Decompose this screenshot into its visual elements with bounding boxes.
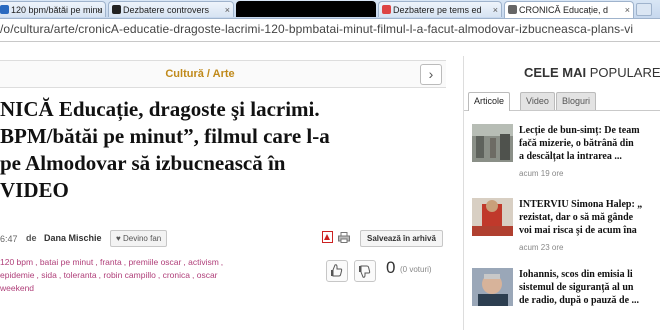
headline-line: VIDEO bbox=[0, 178, 69, 202]
popular-item[interactable]: INTERVIU Simona Halep: „ rezistat, dar o… bbox=[472, 198, 660, 254]
popular-sidebar: CELE MAI POPULARE Articole Video Bloguri… bbox=[463, 56, 660, 330]
breadcrumb-bar: Cultură / Arte › bbox=[0, 60, 446, 88]
article-thumbnail[interactable] bbox=[472, 198, 513, 236]
headline-line: BPM/bătăi pe minut”, filmul care l-a bbox=[0, 124, 330, 148]
tab-bloguri[interactable]: Bloguri bbox=[556, 92, 597, 110]
print-icon[interactable] bbox=[338, 232, 350, 243]
tag-link[interactable]: franta bbox=[100, 257, 122, 267]
popular-item-time: acum 19 ore bbox=[519, 169, 564, 178]
author-name[interactable]: Dana Mischie bbox=[44, 233, 102, 243]
tab-label: CRONICĂ Educație, d bbox=[519, 5, 609, 15]
next-article-button[interactable]: › bbox=[420, 64, 442, 85]
sidebar-title-bold: CELE MAI bbox=[524, 65, 587, 80]
become-fan-button[interactable]: ♥ Devino fan bbox=[110, 230, 168, 247]
url-text[interactable]: /o/cultura/arte/cronicA-educatie-dragost… bbox=[0, 22, 633, 36]
title-line: de radio, după o pauză de ... bbox=[519, 295, 640, 306]
close-tab-icon[interactable]: × bbox=[225, 2, 230, 17]
sidebar-title: CELE MAI POPULARE bbox=[524, 65, 660, 80]
tab-favicon-icon bbox=[508, 5, 517, 14]
popular-item-title[interactable]: Iohannis, scos din emisia li sistemul de… bbox=[519, 268, 660, 307]
close-tab-icon[interactable]: × bbox=[493, 2, 498, 17]
article-thumbnail[interactable] bbox=[472, 124, 513, 162]
article-meta-row: 6:47 de Dana Mischie ♥ Devino fan Salvea… bbox=[0, 230, 450, 248]
popular-item[interactable]: Lecție de bun-simț: De team fac̆ă mizeri… bbox=[472, 124, 660, 180]
vote-count-label: (0 voturi) bbox=[400, 265, 432, 274]
tag-link[interactable]: premiile oscar bbox=[128, 257, 181, 267]
tab-video[interactable]: Video bbox=[520, 92, 555, 110]
article-headline: NICĂ Educație, dragoste şi lacrimi. BPM/… bbox=[0, 96, 450, 204]
headline-line: pe Almodovar să izbucnească în bbox=[0, 151, 286, 175]
tag-link[interactable]: weekend bbox=[0, 283, 34, 293]
title-line: fac̆ă mizerie, o bătrână din bbox=[519, 138, 634, 149]
thumbs-down-button[interactable] bbox=[354, 260, 376, 282]
by-label: de bbox=[26, 233, 37, 243]
title-line: rezistat, dar o să mă gânde bbox=[519, 212, 634, 223]
vote-count: 0 bbox=[386, 258, 396, 277]
close-tab-icon[interactable]: × bbox=[625, 2, 630, 18]
tab-articole[interactable]: Articole bbox=[468, 92, 511, 111]
publish-time: 6:47 bbox=[0, 234, 18, 244]
popular-item-title[interactable]: Lecție de bun-simț: De team fac̆ă mizeri… bbox=[519, 124, 660, 163]
thumbs-up-button[interactable] bbox=[326, 260, 348, 282]
breadcrumb[interactable]: Cultură / Arte bbox=[0, 68, 400, 80]
popular-item-title[interactable]: INTERVIU Simona Halep: „ rezistat, dar o… bbox=[519, 198, 660, 237]
new-tab-button[interactable] bbox=[636, 3, 652, 16]
tab-favicon-icon bbox=[112, 5, 121, 14]
thumbs-down-icon bbox=[359, 265, 371, 278]
address-bar[interactable]: /o/cultura/arte/cronicA-educatie-dragost… bbox=[0, 19, 660, 42]
tag-link[interactable]: cronica bbox=[163, 270, 190, 280]
tab-label: Dezbatere controvers bbox=[123, 5, 210, 15]
popular-item[interactable]: Iohannis, scos din emisia li sistemul de… bbox=[472, 268, 660, 324]
close-tab-icon[interactable]: × bbox=[97, 2, 102, 17]
thumbs-up-icon bbox=[331, 264, 343, 277]
browser-tab-2[interactable]: Dezbatere controvers × bbox=[108, 1, 234, 17]
tab-favicon-icon bbox=[0, 5, 9, 14]
browser-tab-5-active[interactable]: CRONICĂ Educație, d × bbox=[504, 1, 634, 18]
headline-line: NICĂ Educație, dragoste şi lacrimi. bbox=[0, 97, 320, 121]
tab-label: Dezbatere pe tems ed bbox=[393, 5, 482, 15]
browser-tab-strip: 120 bpm/bătăi pe minu × Dezbatere contro… bbox=[0, 0, 660, 19]
title-line: sistemul de siguranță al un bbox=[519, 282, 634, 293]
sidebar-tabs: Articole Video Bloguri bbox=[464, 88, 660, 111]
title-line: Lecție de bun-simț: De team bbox=[519, 125, 640, 136]
title-line: voi mai risca şi de acum îna bbox=[519, 225, 637, 236]
tag-link[interactable]: epidemie bbox=[0, 270, 35, 280]
tag-link[interactable]: 120 bpm bbox=[0, 257, 33, 267]
tag-link[interactable]: sida bbox=[41, 270, 57, 280]
save-archive-button[interactable]: Salvează în arhivă bbox=[360, 230, 443, 247]
title-line: INTERVIU Simona Halep: „ bbox=[519, 199, 643, 210]
pdf-icon[interactable] bbox=[322, 231, 333, 243]
sidebar-title-rest: POPULARE bbox=[586, 65, 660, 80]
browser-tab-4[interactable]: Dezbatere pe tems ed × bbox=[378, 1, 502, 17]
title-line: a descălțat la intrarea ... bbox=[519, 151, 622, 162]
article-tags: 120 bpm, batai pe minut, franta, premiil… bbox=[0, 257, 224, 293]
tag-link[interactable]: oscar bbox=[197, 270, 218, 280]
tag-link[interactable]: activism bbox=[188, 257, 219, 267]
browser-tab-3-redacted[interactable] bbox=[236, 1, 376, 17]
tag-link[interactable]: toleranta bbox=[64, 270, 97, 280]
tag-link[interactable]: robin campillo bbox=[103, 270, 155, 280]
popular-item-time: acum 23 ore bbox=[519, 243, 564, 252]
title-line: Iohannis, scos din emisia li bbox=[519, 269, 633, 280]
article-thumbnail[interactable] bbox=[472, 268, 513, 306]
browser-tab-1[interactable]: 120 bpm/bătăi pe minu × bbox=[0, 1, 106, 17]
gmail-icon bbox=[382, 5, 391, 14]
tag-link[interactable]: batai pe minut bbox=[40, 257, 93, 267]
tab-label: 120 bpm/bătăi pe minu bbox=[11, 5, 103, 15]
